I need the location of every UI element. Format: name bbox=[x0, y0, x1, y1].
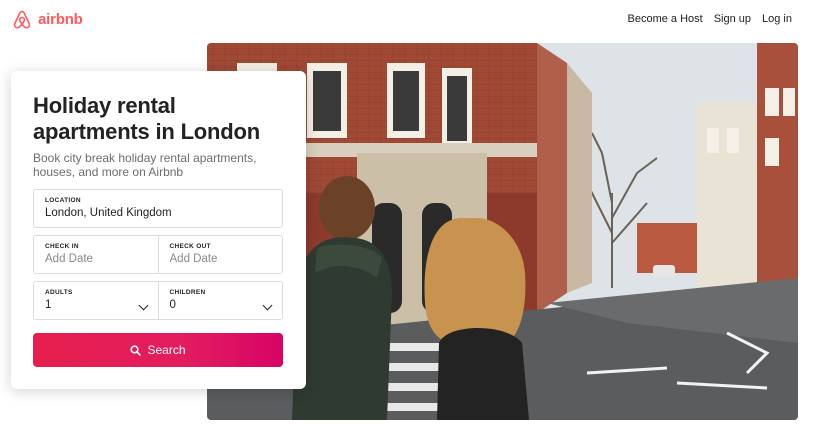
search-card: Holiday rental apartments in London Book… bbox=[11, 71, 306, 389]
search-icon bbox=[130, 344, 142, 356]
adults-select[interactable]: ADULTS 1 bbox=[34, 282, 158, 319]
location-input[interactable]: London, United Kingdom bbox=[45, 207, 271, 219]
log-in-link[interactable]: Log in bbox=[762, 13, 792, 25]
check-in-field[interactable]: CHECK IN Add Date bbox=[34, 236, 158, 273]
page: airbnb Become a Host Sign up Log in Holi… bbox=[0, 0, 830, 424]
children-select[interactable]: CHILDREN 0 bbox=[157, 282, 283, 319]
search-button[interactable]: Search bbox=[33, 333, 283, 367]
brand-name: airbnb bbox=[38, 11, 83, 28]
check-in-label: CHECK IN bbox=[45, 243, 79, 250]
page-subtitle: Book city break holiday rental apartment… bbox=[33, 151, 257, 179]
check-in-input[interactable]: Add Date bbox=[45, 253, 147, 265]
become-host-link[interactable]: Become a Host bbox=[628, 13, 703, 25]
location-label: LOCATION bbox=[45, 197, 81, 204]
adults-value: 1 bbox=[45, 299, 52, 311]
children-label: CHILDREN bbox=[169, 289, 206, 296]
top-nav: Become a Host Sign up Log in bbox=[628, 13, 793, 25]
airbnb-belo-icon bbox=[13, 10, 31, 29]
search-button-label: Search bbox=[147, 343, 186, 357]
check-out-label: CHECK OUT bbox=[169, 243, 211, 250]
sign-up-link[interactable]: Sign up bbox=[714, 13, 751, 25]
check-out-input[interactable]: Add Date bbox=[170, 253, 272, 265]
location-field[interactable]: LOCATION London, United Kingdom bbox=[33, 189, 283, 228]
check-out-field[interactable]: CHECK OUT Add Date bbox=[157, 236, 283, 273]
page-title: Holiday rental apartments in London bbox=[33, 93, 261, 144]
guests-field: ADULTS 1 CHILDREN 0 bbox=[33, 281, 283, 320]
brand-logo[interactable]: airbnb bbox=[12, 9, 83, 30]
children-value: 0 bbox=[169, 299, 176, 311]
adults-label: ADULTS bbox=[45, 289, 73, 296]
dates-field: CHECK IN Add Date CHECK OUT Add Date bbox=[33, 235, 283, 274]
